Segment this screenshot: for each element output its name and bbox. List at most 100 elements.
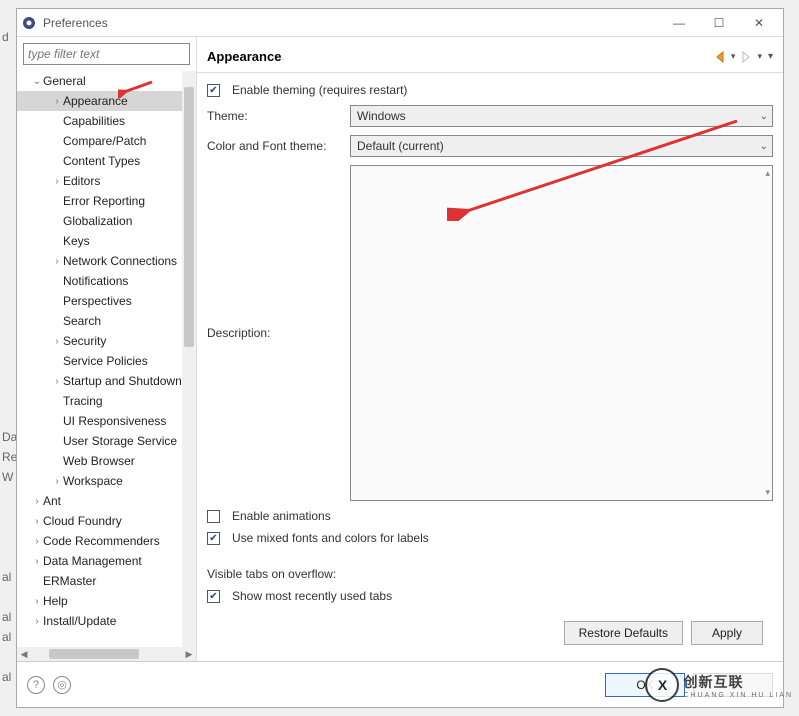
tree-item-label: Ant bbox=[43, 494, 61, 508]
tree-item-label: Security bbox=[63, 334, 106, 348]
tree-item-globalization[interactable]: Globalization bbox=[17, 211, 196, 231]
scroll-down-icon[interactable]: ▾ bbox=[765, 487, 770, 498]
watermark-subtext: CHUANG XIN HU LIAN bbox=[683, 692, 793, 699]
chevron-right-icon[interactable]: › bbox=[31, 516, 43, 527]
import-export-icon[interactable]: ◎ bbox=[53, 676, 71, 694]
tree-item-data-management[interactable]: ›Data Management bbox=[17, 551, 196, 571]
chevron-right-icon[interactable]: › bbox=[51, 176, 63, 187]
background-bleed: dDaReWalalalal bbox=[0, 30, 16, 716]
description-textarea[interactable]: ▴ ▾ bbox=[350, 165, 773, 501]
tree-item-label: Service Policies bbox=[63, 354, 148, 368]
nav-back-icon[interactable]: ▾ bbox=[715, 51, 736, 63]
tree-item-general[interactable]: ⌄General bbox=[17, 71, 196, 91]
tree-item-editors[interactable]: ›Editors bbox=[17, 171, 196, 191]
close-button[interactable]: ✕ bbox=[739, 10, 779, 36]
nav-menu-icon[interactable]: ▾ bbox=[768, 51, 773, 62]
tree-item-tracing[interactable]: Tracing bbox=[17, 391, 196, 411]
tree-item-capabilities[interactable]: Capabilities bbox=[17, 111, 196, 131]
apply-button[interactable]: Apply bbox=[691, 621, 763, 645]
colorfont-select[interactable]: Default (current)⌄ bbox=[350, 135, 773, 157]
titlebar: Preferences — ☐ ✕ bbox=[17, 9, 783, 37]
tree-item-code-recommenders[interactable]: ›Code Recommenders bbox=[17, 531, 196, 551]
chevron-right-icon[interactable]: › bbox=[31, 616, 43, 627]
tree-item-notifications[interactable]: Notifications bbox=[17, 271, 196, 291]
tree-item-content-types[interactable]: Content Types bbox=[17, 151, 196, 171]
chevron-down-icon[interactable]: ⌄ bbox=[31, 76, 43, 87]
tree-item-security[interactable]: ›Security bbox=[17, 331, 196, 351]
chevron-right-icon[interactable]: › bbox=[31, 596, 43, 607]
app-icon bbox=[21, 15, 37, 31]
tree-item-install-update[interactable]: ›Install/Update bbox=[17, 611, 196, 631]
tree-vertical-scrollbar[interactable] bbox=[182, 71, 196, 647]
tree-item-label: Cloud Foundry bbox=[43, 514, 122, 528]
enable-animations-checkbox[interactable] bbox=[207, 510, 220, 523]
tree-item-label: Startup and Shutdown bbox=[63, 374, 182, 388]
tree-item-label: Appearance bbox=[63, 94, 128, 108]
tree-item-perspectives[interactable]: Perspectives bbox=[17, 291, 196, 311]
tree-item-service-policies[interactable]: Service Policies bbox=[17, 351, 196, 371]
watermark-text: 创新互联 bbox=[683, 674, 743, 690]
tree-item-ui-responsiveness[interactable]: UI Responsiveness bbox=[17, 411, 196, 431]
page-title: Appearance bbox=[207, 49, 715, 64]
chevron-right-icon[interactable]: › bbox=[31, 556, 43, 567]
chevron-right-icon[interactable]: › bbox=[51, 476, 63, 487]
content-pane: Appearance ▾ ▾ ▾ Enable theming (require… bbox=[197, 37, 783, 661]
tree-item-label: UI Responsiveness bbox=[63, 414, 166, 428]
tree-item-label: Web Browser bbox=[63, 454, 135, 468]
scroll-up-icon[interactable]: ▴ bbox=[765, 168, 770, 179]
show-mru-checkbox[interactable] bbox=[207, 590, 220, 603]
chevron-down-icon: ⌄ bbox=[760, 141, 768, 152]
tree-item-compare-patch[interactable]: Compare/Patch bbox=[17, 131, 196, 151]
tree-item-label: Workspace bbox=[63, 474, 123, 488]
window-title: Preferences bbox=[43, 16, 659, 30]
theme-label: Theme: bbox=[207, 109, 342, 123]
tree-item-error-reporting[interactable]: Error Reporting bbox=[17, 191, 196, 211]
tree-item-startup-and-shutdown[interactable]: ›Startup and Shutdown bbox=[17, 371, 196, 391]
chevron-right-icon[interactable]: › bbox=[51, 336, 63, 347]
chevron-right-icon[interactable]: › bbox=[51, 96, 63, 107]
minimize-button[interactable]: — bbox=[659, 10, 699, 36]
tree-item-appearance[interactable]: ›Appearance bbox=[17, 91, 196, 111]
tree-horizontal-scrollbar[interactable]: ◀▶ bbox=[17, 647, 196, 661]
tree-item-label: Error Reporting bbox=[63, 194, 145, 208]
tree-item-user-storage-service[interactable]: User Storage Service bbox=[17, 431, 196, 451]
use-mixed-fonts-checkbox[interactable] bbox=[207, 532, 220, 545]
maximize-button[interactable]: ☐ bbox=[699, 10, 739, 36]
chevron-right-icon[interactable]: › bbox=[51, 376, 63, 387]
tree-item-label: Tracing bbox=[63, 394, 103, 408]
chevron-right-icon[interactable]: › bbox=[51, 256, 63, 267]
tree-item-workspace[interactable]: ›Workspace bbox=[17, 471, 196, 491]
chevron-right-icon[interactable]: › bbox=[31, 496, 43, 507]
colorfont-label: Color and Font theme: bbox=[207, 139, 342, 153]
tree-item-label: ERMaster bbox=[43, 574, 96, 588]
tree-item-label: Editors bbox=[63, 174, 100, 188]
tree-item-label: Code Recommenders bbox=[43, 534, 160, 548]
tree-item-web-browser[interactable]: Web Browser bbox=[17, 451, 196, 471]
tree-item-keys[interactable]: Keys bbox=[17, 231, 196, 251]
tree-item-label: Compare/Patch bbox=[63, 134, 146, 148]
tree-item-label: User Storage Service bbox=[63, 434, 177, 448]
tree-item-label: Notifications bbox=[63, 274, 128, 288]
enable-theming-label: Enable theming (requires restart) bbox=[232, 83, 407, 97]
watermark-logo: X bbox=[645, 668, 679, 702]
tree-item-ermaster[interactable]: ERMaster bbox=[17, 571, 196, 591]
nav-forward-icon[interactable]: ▾ bbox=[741, 51, 762, 63]
chevron-down-icon: ⌄ bbox=[760, 111, 768, 122]
tree-item-ant[interactable]: ›Ant bbox=[17, 491, 196, 511]
enable-theming-checkbox[interactable] bbox=[207, 84, 220, 97]
tree-item-label: Globalization bbox=[63, 214, 132, 228]
use-mixed-fonts-label: Use mixed fonts and colors for labels bbox=[232, 531, 429, 545]
tree-item-label: Perspectives bbox=[63, 294, 132, 308]
help-icon[interactable]: ? bbox=[27, 676, 45, 694]
chevron-right-icon[interactable]: › bbox=[31, 536, 43, 547]
tree-item-label: Content Types bbox=[63, 154, 140, 168]
tree-item-search[interactable]: Search bbox=[17, 311, 196, 331]
restore-defaults-button[interactable]: Restore Defaults bbox=[564, 621, 683, 645]
tree-item-label: Help bbox=[43, 594, 68, 608]
sidebar: ⌄General›AppearanceCapabilitiesCompare/P… bbox=[17, 37, 197, 661]
tree-item-help[interactable]: ›Help bbox=[17, 591, 196, 611]
theme-select[interactable]: Windows⌄ bbox=[350, 105, 773, 127]
tree-item-cloud-foundry[interactable]: ›Cloud Foundry bbox=[17, 511, 196, 531]
tree-item-network-connections[interactable]: ›Network Connections bbox=[17, 251, 196, 271]
filter-input[interactable] bbox=[23, 43, 190, 65]
